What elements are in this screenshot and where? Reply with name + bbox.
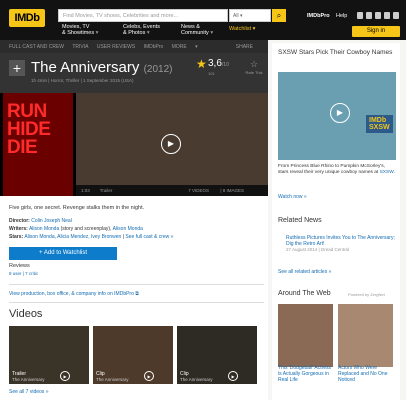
reviews-counts[interactable]: 8 user | 7 critic xyxy=(9,271,38,276)
subnav-more[interactable]: MORE ▾ xyxy=(172,44,198,50)
divider xyxy=(9,302,264,303)
web-image-1[interactable] xyxy=(278,304,333,367)
videos-heading: Videos xyxy=(9,308,43,320)
watchlist-link[interactable]: Watchlist ▾ xyxy=(229,26,255,32)
watch-now-link[interactable]: Watch now » xyxy=(278,194,307,200)
rating-votes: 101 xyxy=(208,71,215,76)
share-button[interactable]: SHARE xyxy=(236,44,253,50)
director-credit: Director: Colin Joseph Neal xyxy=(9,218,72,224)
title-subnav: FULL CAST AND CREW TRIVIA USER REVIEWS I… xyxy=(0,40,268,53)
chevron-down-icon: ▾ xyxy=(146,30,150,36)
sxsw-badge: IMDb SXSW xyxy=(366,115,393,133)
video-label-1: Trailer The Anniversary xyxy=(12,371,45,383)
facebook-icon[interactable] xyxy=(357,12,363,19)
title-meta: 1h 4min | Horror, Thriller | 1 September… xyxy=(31,78,134,83)
news-item[interactable]: Ruthless Pictures Invites You to The Ann… xyxy=(286,235,396,253)
sxsw-link[interactable]: SXSW. xyxy=(380,170,395,175)
imdbpro-info-link[interactable]: View production, box office, & company i… xyxy=(9,291,139,297)
imdbpro-link[interactable]: IMDbPro xyxy=(307,13,330,19)
search-button[interactable]: ⌕ xyxy=(272,9,286,22)
writer-link-2[interactable]: Alison Monda xyxy=(113,226,143,232)
search-icon: ⌕ xyxy=(276,11,282,20)
add-watchlist-ribbon[interactable]: + xyxy=(9,60,25,76)
star-icon: ★ xyxy=(196,57,207,71)
title-bar: + The Anniversary (2012) 1h 4min | Horro… xyxy=(0,53,268,93)
subnav-reviews[interactable]: USER REVIEWS xyxy=(97,44,135,50)
writer-link[interactable]: Alison Monda xyxy=(29,226,59,232)
images-link[interactable]: 8 IMAGES xyxy=(223,188,244,193)
rate-this-button[interactable]: ☆ Rate This xyxy=(244,59,264,75)
imdb-logo[interactable]: IMDb xyxy=(9,9,45,27)
web-item-1[interactable]: This 'Dodgeball' Actress is Actually Gor… xyxy=(278,365,333,383)
web-item-2[interactable]: Actors Who Were Replaced and No One Noti… xyxy=(338,365,393,383)
director-link[interactable]: Colin Joseph Neal xyxy=(31,218,72,224)
see-all-videos-link[interactable]: See all 7 videos » xyxy=(9,389,48,395)
video-label-3: Clip The Anniversary xyxy=(180,371,213,383)
subnav-imdbpro[interactable]: IMDbPro xyxy=(144,44,164,50)
poster-text: RUN HIDE DIE xyxy=(7,101,51,158)
youtube-icon[interactable] xyxy=(393,12,399,19)
twitch-icon[interactable] xyxy=(375,12,381,19)
video-info-bar: 1:03 Trailer 7 VIDEOS | 8 IMAGES xyxy=(76,185,268,196)
media-strip: RUN HIDE DIE ▶ 1:03 Trailer 7 VIDEOS | 8 … xyxy=(0,93,268,196)
twitter-icon[interactable] xyxy=(384,12,390,19)
chevron-down-icon: ▾ xyxy=(95,30,99,36)
nav-movies[interactable]: Movies, TV & Showtimes ▾ xyxy=(62,24,98,36)
around-web-heading: Around The Web xyxy=(278,290,331,297)
divider xyxy=(9,284,264,285)
subnav-trivia[interactable]: TRIVIA xyxy=(72,44,88,50)
powered-by: Powered by ZergNet xyxy=(348,292,385,297)
rating-value: 3,6/10 xyxy=(208,58,229,69)
stars-credit: Stars: Alison Monda, Alicia Mendez, Ivey… xyxy=(9,234,174,240)
play-icon[interactable]: ▶ xyxy=(228,371,238,381)
page-title: The Anniversary (2012) xyxy=(31,59,173,76)
web-image-2[interactable] xyxy=(338,304,393,367)
add-to-watchlist-button[interactable]: + Add to Watchlist xyxy=(9,247,117,260)
external-link-icon: ⧉ xyxy=(135,291,139,297)
chevron-down-icon: ▾ xyxy=(210,30,214,36)
reviews-label: Reviews xyxy=(9,263,30,269)
sign-in-button[interactable]: Sign in xyxy=(352,26,400,37)
instagram-icon[interactable] xyxy=(366,12,372,19)
stars-links[interactable]: Alison Monda, Alicia Mendez, Ivey Bronwe… xyxy=(24,234,121,240)
video-label-2: Clip The Anniversary xyxy=(96,371,129,383)
videos-link[interactable]: 7 VIDEOS xyxy=(188,188,209,193)
play-icon[interactable]: ▶ xyxy=(144,371,154,381)
top-navbar: IMDb Find Movies, TV shows, Celebrities … xyxy=(0,0,406,40)
sidebar: SXSW Stars Pick Their Cowboy Names IMDb … xyxy=(268,40,406,400)
poster-image[interactable]: RUN HIDE DIE xyxy=(3,93,73,196)
subnav-cast[interactable]: FULL CAST AND CREW xyxy=(9,44,64,50)
nav-celebs[interactable]: Celebs, Events & Photos ▾ xyxy=(123,24,160,36)
play-icon[interactable]: ▶ xyxy=(330,103,350,123)
play-icon[interactable]: ▶ xyxy=(60,371,70,381)
help-link[interactable]: Help xyxy=(336,13,347,19)
play-icon[interactable]: ▶ xyxy=(161,134,181,154)
search-scope-select[interactable]: All ▾ xyxy=(229,9,271,22)
writers-credit: Writers: Alison Monda (story and screenp… xyxy=(9,226,143,232)
feature-heading[interactable]: SXSW Stars Pick Their Cowboy Names xyxy=(278,49,396,57)
nav-news[interactable]: News & Community ▾ xyxy=(181,24,213,36)
see-all-related-link[interactable]: See all related articles » xyxy=(278,269,331,275)
related-news-heading: Related News xyxy=(278,217,322,224)
search-input[interactable]: Find Movies, TV shows, Celebrities and m… xyxy=(58,9,228,22)
star-outline-icon: ☆ xyxy=(249,59,259,69)
feature-text: From Princess Blue Rhino to Pumpkin McSo… xyxy=(278,164,395,175)
full-cast-link[interactable]: See full cast & crew » xyxy=(125,234,173,240)
plot-summary: Five girls, one secret. Revenge stalks t… xyxy=(9,205,145,211)
